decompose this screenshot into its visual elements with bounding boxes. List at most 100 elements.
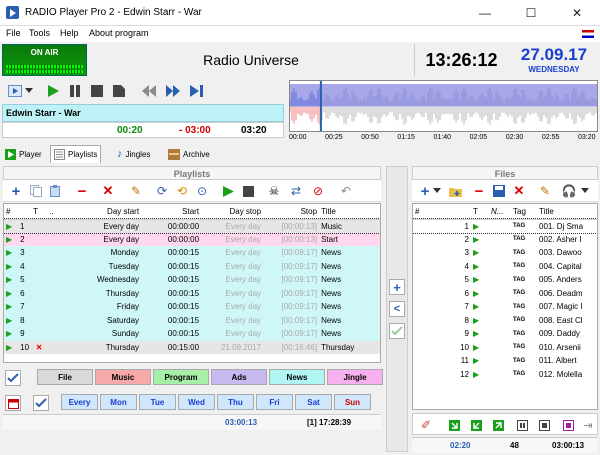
col-file-tag[interactable]: Tag bbox=[511, 204, 537, 220]
remove-icon[interactable]: − bbox=[73, 182, 91, 200]
day-sat-button[interactable]: Sat bbox=[295, 394, 332, 410]
category-jingle-button[interactable]: Jingle bbox=[327, 369, 383, 385]
table-row[interactable]: ▶ 4 Tuesday 00:00:15 Every day [00:09:17] News bbox=[4, 259, 380, 273]
tab-jingles[interactable]: ♪ Jingles bbox=[114, 145, 153, 163]
check-days-icon[interactable] bbox=[33, 395, 49, 411]
col-file-number[interactable]: # bbox=[413, 204, 471, 220]
stop-icon[interactable] bbox=[88, 82, 106, 100]
stop-after-icon[interactable] bbox=[110, 82, 128, 100]
play-mode-icon[interactable] bbox=[6, 82, 24, 100]
file-row[interactable]: 11 ▶ TAG 011. Albert bbox=[413, 354, 597, 368]
skull-icon[interactable]: ☠ bbox=[265, 182, 283, 200]
day-every-button[interactable]: Every bbox=[61, 394, 98, 410]
headphones-chevron-icon[interactable] bbox=[580, 182, 590, 200]
delete-file-icon[interactable]: ✕ bbox=[510, 182, 528, 200]
add-playlist-icon[interactable]: + bbox=[7, 182, 25, 200]
menu-help[interactable]: Help bbox=[60, 28, 79, 38]
fast-forward-icon[interactable] bbox=[164, 82, 182, 100]
col-file-type[interactable]: T bbox=[471, 204, 489, 220]
day-thu-button[interactable]: Thu bbox=[217, 394, 254, 410]
close-button[interactable]: ✕ bbox=[554, 0, 600, 26]
copy-icon[interactable] bbox=[27, 182, 45, 200]
play-icon[interactable] bbox=[44, 82, 62, 100]
chevron-down-icon[interactable] bbox=[24, 82, 34, 100]
col-flag[interactable]: .. bbox=[47, 204, 62, 220]
calendar-icon[interactable] bbox=[5, 395, 21, 411]
confirm-icon[interactable] bbox=[389, 323, 405, 339]
menu-about[interactable]: About program bbox=[89, 28, 149, 38]
next-track-icon[interactable] bbox=[188, 82, 206, 100]
maximize-button[interactable]: ☐ bbox=[508, 0, 554, 26]
category-program-button[interactable]: Program bbox=[153, 369, 209, 385]
minimize-button[interactable]: — bbox=[462, 0, 508, 26]
eraser-icon[interactable]: ✐ bbox=[417, 416, 435, 434]
category-music-button[interactable]: Music bbox=[95, 369, 151, 385]
file-row[interactable]: 8 ▶ TAG 008. East Cl bbox=[413, 314, 597, 328]
day-mon-button[interactable]: Mon bbox=[100, 394, 137, 410]
file-more-icon[interactable]: ⇥ bbox=[579, 416, 597, 434]
day-wed-button[interactable]: Wed bbox=[178, 394, 215, 410]
table-row[interactable]: ▶ 7 Friday 00:00:15 Every day [00:09:17] News bbox=[4, 300, 380, 314]
col-title[interactable]: Title bbox=[319, 204, 380, 220]
edit-icon[interactable]: ✎ bbox=[127, 182, 145, 200]
file-action-2-icon[interactable] bbox=[467, 416, 485, 434]
file-action-1-icon[interactable] bbox=[445, 416, 463, 434]
language-flag-icon[interactable] bbox=[582, 30, 594, 38]
day-fri-button[interactable]: Fri bbox=[256, 394, 293, 410]
day-sun-button[interactable]: Sun bbox=[334, 394, 371, 410]
chevron-left-icon[interactable]: < bbox=[389, 301, 405, 317]
delete-icon[interactable]: ✕ bbox=[99, 182, 117, 200]
shuffle-icon[interactable]: ⇄ bbox=[287, 182, 305, 200]
add-file-chevron-icon[interactable] bbox=[432, 182, 442, 200]
file-row[interactable]: 2 ▶ TAG 002. Asher I bbox=[413, 233, 597, 247]
table-row[interactable]: ▶ 8 Saturday 00:00:15 Every day [00:09:17] New… bbox=[4, 313, 380, 327]
table-row[interactable]: ▶ 10 ✕ Thursday 00:15:00 21.09.2017 [00:16:46]… bbox=[4, 340, 380, 354]
day-tue-button[interactable]: Tue bbox=[139, 394, 176, 410]
file-row[interactable]: 7 ▶ TAG 007. Magic I bbox=[413, 300, 597, 314]
waveform-display[interactable] bbox=[289, 80, 598, 132]
table-row[interactable]: ▶ 6 Thursday 00:00:15 Every day [00:09:17] New… bbox=[4, 286, 380, 300]
table-row[interactable]: ▶ 5 Wednesday 00:00:15 Every day [00:09:17] Ne… bbox=[4, 273, 380, 287]
sync-icon[interactable]: ⟲ bbox=[173, 182, 191, 200]
file-row[interactable]: 9 ▶ TAG 009. Daddy bbox=[413, 327, 597, 341]
file-row[interactable]: 12 ▶ TAG 012. Molella bbox=[413, 368, 597, 382]
add-to-playlist-icon[interactable]: + bbox=[389, 279, 405, 295]
save-icon[interactable] bbox=[490, 182, 508, 200]
file-row[interactable]: 1 ▶ TAG 001. Dj Sma bbox=[413, 218, 597, 234]
undo-icon[interactable]: ↶ bbox=[337, 182, 355, 200]
menu-file[interactable]: File bbox=[6, 28, 21, 38]
file-pause-icon[interactable] bbox=[513, 416, 531, 434]
clear-icon[interactable]: ⊘ bbox=[309, 182, 327, 200]
col-file-n[interactable]: N... bbox=[489, 204, 511, 220]
file-action-4-icon[interactable] bbox=[559, 416, 577, 434]
headphones-icon[interactable]: 🎧 bbox=[560, 182, 578, 200]
file-row[interactable]: 6 ▶ TAG 006. Deadm bbox=[413, 287, 597, 301]
tab-archive[interactable]: Archive bbox=[165, 145, 213, 163]
category-ads-button[interactable]: Ads bbox=[211, 369, 267, 385]
table-row[interactable]: ▶ 9 Sunday 00:00:15 Every day [00:09:17] News bbox=[4, 327, 380, 341]
file-row[interactable]: 4 ▶ TAG 004. Capital bbox=[413, 260, 597, 274]
file-row[interactable]: 5 ▶ TAG 005. Anders bbox=[413, 273, 597, 287]
waveform-graph[interactable] bbox=[290, 81, 598, 132]
col-file-title[interactable]: Title bbox=[537, 204, 597, 220]
col-start[interactable]: Start bbox=[141, 204, 202, 220]
menu-tools[interactable]: Tools bbox=[29, 28, 50, 38]
remove-file-icon[interactable]: − bbox=[470, 182, 488, 200]
file-row[interactable]: 3 ▶ TAG 003. Dawoo bbox=[413, 246, 597, 260]
schedule-icon[interactable]: ⊙ bbox=[193, 182, 211, 200]
refresh-icon[interactable]: ⟳ bbox=[153, 182, 171, 200]
paste-icon[interactable] bbox=[47, 182, 65, 200]
file-stop-icon[interactable] bbox=[535, 416, 553, 434]
table-row[interactable]: ▶ 3 Monday 00:00:15 Every day [00:09:17] News bbox=[4, 246, 380, 260]
col-type[interactable]: T bbox=[31, 204, 48, 220]
table-row[interactable]: ▶ 2 Every day 00:00:00 Every day [00:00:13] St… bbox=[4, 232, 380, 246]
col-day-stop[interactable]: Day stop bbox=[201, 204, 264, 220]
col-day-start[interactable]: Day start bbox=[61, 204, 142, 220]
file-row[interactable]: 10 ▶ TAG 010. Arsenii bbox=[413, 341, 597, 355]
playlist-stop-icon[interactable] bbox=[239, 182, 257, 200]
pause-icon[interactable] bbox=[66, 82, 84, 100]
edit-tag-icon[interactable]: ✎ bbox=[536, 182, 554, 200]
file-action-3-icon[interactable] bbox=[489, 416, 507, 434]
add-folder-icon[interactable] bbox=[446, 182, 464, 200]
tab-player[interactable]: Player bbox=[2, 145, 45, 163]
